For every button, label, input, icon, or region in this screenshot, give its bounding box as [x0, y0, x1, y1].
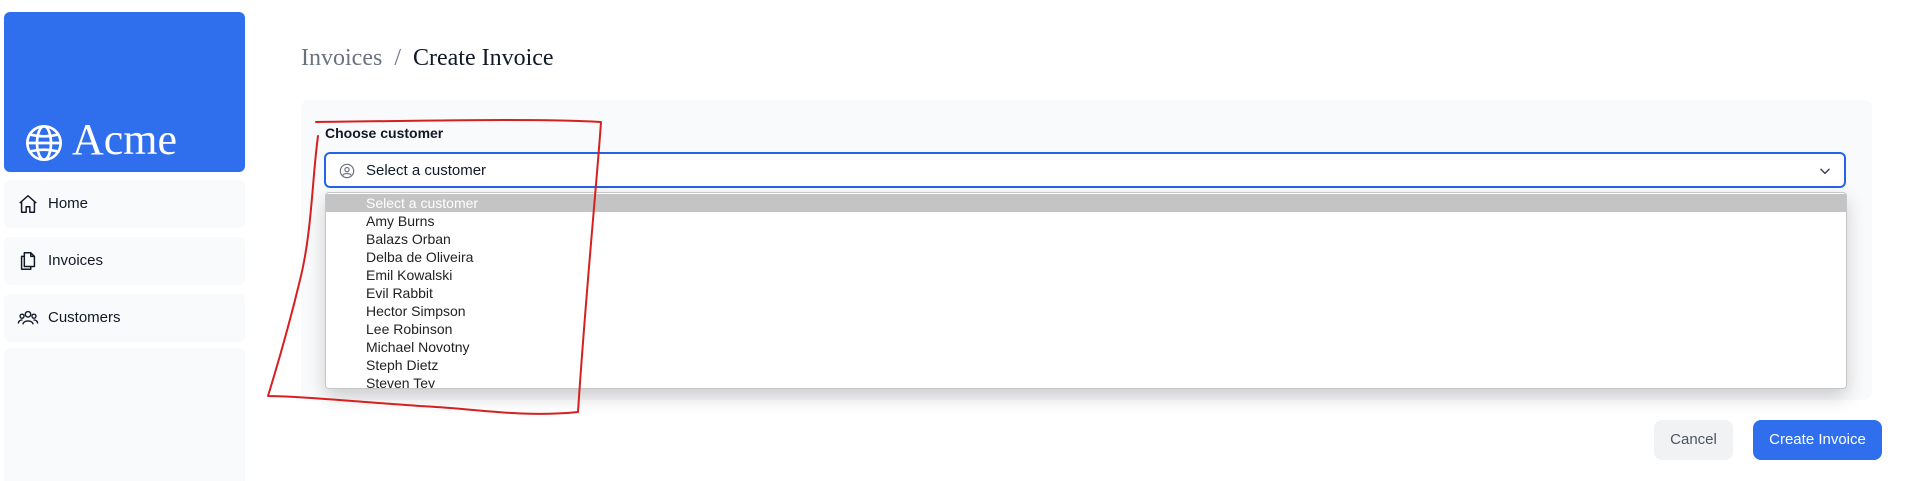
- option-lee-robinson[interactable]: Lee Robinson: [326, 320, 1846, 338]
- sidebar-spacer: [4, 348, 245, 481]
- sidebar-item-home[interactable]: Home: [4, 180, 245, 228]
- globe-icon: [26, 125, 62, 161]
- sidebar-item-invoices[interactable]: Invoices: [4, 237, 245, 285]
- option-select-a-customer[interactable]: Select a customer: [326, 194, 1846, 212]
- logo-card: Acme: [4, 12, 245, 172]
- brand-name: Acme: [72, 115, 178, 164]
- customer-select-value: Select a customer: [366, 162, 487, 179]
- sidebar-item-label: Customers: [48, 309, 121, 326]
- sidebar-item-label: Home: [48, 195, 89, 212]
- home-icon: [19, 195, 37, 213]
- option-evil-rabbit[interactable]: Evil Rabbit: [326, 284, 1846, 302]
- customer-dropdown-list: Select a customer Amy Burns Balazs Orban…: [325, 192, 1847, 389]
- option-balazs-orban[interactable]: Balazs Orban: [326, 230, 1846, 248]
- sidebar-item-customers[interactable]: Customers: [4, 294, 245, 342]
- breadcrumb: Invoices / Create Invoice: [301, 43, 554, 73]
- customer-select[interactable]: Select a customer: [324, 152, 1846, 188]
- option-amy-burns[interactable]: Amy Burns: [326, 212, 1846, 230]
- user-circle-icon: [339, 163, 355, 179]
- option-hector-simpson[interactable]: Hector Simpson: [326, 302, 1846, 320]
- create-invoice-button[interactable]: Create Invoice: [1753, 420, 1882, 460]
- chevron-down-icon: [1820, 168, 1830, 175]
- document-icon: [20, 252, 36, 270]
- option-michael-novotny[interactable]: Michael Novotny: [326, 338, 1846, 356]
- option-delba-de-oliveira[interactable]: Delba de Oliveira: [326, 248, 1846, 266]
- page-title: Create Invoice: [412, 45, 554, 71]
- customer-field-label: Choose customer: [325, 125, 444, 141]
- sidebar-item-label: Invoices: [48, 252, 104, 269]
- users-icon: [17, 310, 39, 325]
- breadcrumb-separator: /: [394, 45, 401, 71]
- option-steven-tey[interactable]: Steven Tey: [326, 374, 1846, 388]
- option-emil-kowalski[interactable]: Emil Kowalski: [326, 266, 1846, 284]
- option-steph-dietz[interactable]: Steph Dietz: [326, 356, 1846, 374]
- breadcrumb-invoices-link[interactable]: Invoices: [301, 45, 382, 71]
- cancel-button[interactable]: Cancel: [1654, 420, 1733, 460]
